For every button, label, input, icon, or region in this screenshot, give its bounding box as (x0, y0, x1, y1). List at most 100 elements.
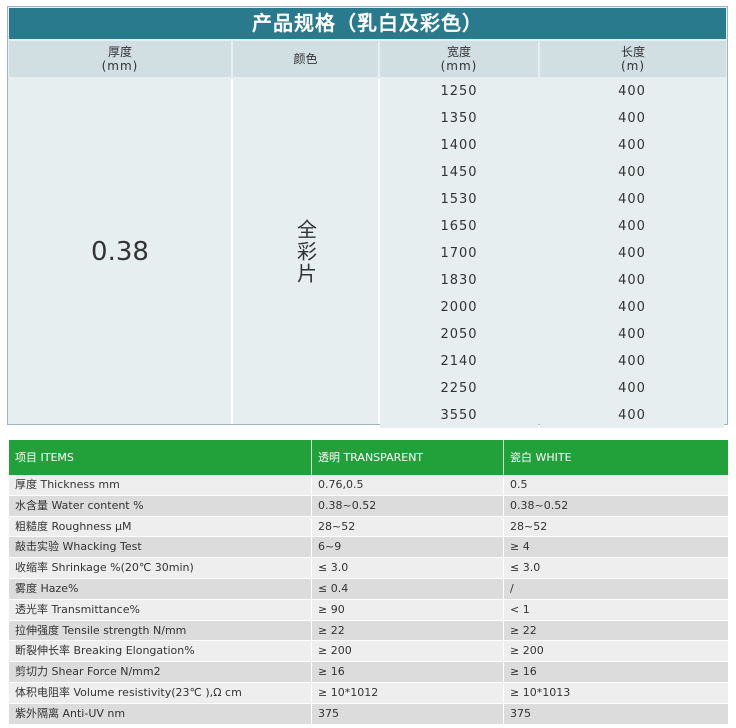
white-value-cell: 0.5 (503, 475, 728, 495)
header-thickness-label: 厚度 (107, 45, 132, 59)
width-cell: 1450 (380, 160, 538, 185)
table-row: 收缩率 Shrinkage %(20℃ 30min) ≤ 3.0 ≤ 3.0 (9, 558, 728, 579)
property-name-cell: 透光率 Transmittance% (15, 602, 140, 616)
property-name-cell: 剪切力 Shear Force N/mm2 (15, 665, 161, 679)
property-name-cell: 雾度 Haze% (15, 581, 79, 595)
width-cell: 2000 (380, 295, 538, 320)
width-cell: 2050 (380, 322, 538, 347)
table-row: 紫外隔离 Anti-UV nm 375 375 (9, 703, 728, 725)
table-row: 水含量 Water content % 0.38~0.52 0.38~0.52 (9, 495, 728, 517)
white-value-cell: 28~52 (503, 516, 728, 537)
length-cell: 400 (540, 376, 724, 401)
table-row: 体积电阻率 Volume resistivity(23℃ ),Ω cm ≥ 10*… (9, 682, 728, 704)
white-value-cell: ≤ 3.0 (503, 558, 728, 578)
property-name-cell: 敲击实验 Whacking Test (15, 540, 142, 554)
white-value-cell: ≥ 4 (503, 537, 728, 558)
length-cell: 400 (540, 268, 724, 293)
properties-table: 项目 ITEMS 透明 TRANSPARENT 瓷白 WHITE 厚度 Thic… (9, 440, 728, 725)
property-name-cell: 紫外隔离 Anti-UV nm (15, 706, 126, 720)
table-row: 1530 400 (380, 187, 726, 212)
properties-header: 项目 ITEMS 透明 TRANSPARENT 瓷白 WHITE (9, 440, 728, 475)
color-value-cell: 全彩片 (233, 79, 378, 424)
property-name-cell: 厚度 Thickness mm (15, 478, 120, 491)
table-row: 1700 400 (380, 241, 726, 266)
table-row: 1830 400 (380, 268, 726, 293)
white-value-cell: < 1 (503, 599, 728, 620)
transparent-value-cell: ≥ 200 (311, 641, 503, 662)
width-cell: 2250 (380, 376, 538, 401)
header-white: 瓷白 WHITE (503, 440, 728, 475)
transparent-value-cell: ≤ 3.0 (311, 558, 503, 578)
white-value-cell: / (503, 578, 728, 599)
spec-table: 产品规格（乳白及彩色） 厚度 (mm) 颜色 宽度 (mm) 长度 (m) 0.… (7, 6, 728, 428)
width-cell: 1250 (380, 79, 538, 104)
white-value-cell: 375 (503, 703, 728, 724)
table-row: 剪切力 Shear Force N/mm2 ≥ 16 ≥ 16 (9, 662, 728, 683)
transparent-value-cell: ≥ 90 (311, 599, 503, 620)
table-row: 敲击实验 Whacking Test 6~9 ≥ 4 (9, 537, 728, 559)
width-length-rows: 1250 400 1350 400 1400 400 1450 400 1530 400 1650 4… (380, 79, 726, 430)
properties-rows: 厚度 Thickness mm 0.76,0.5 0.5 水含量 Water cont… (9, 475, 728, 725)
header-color: 颜色 (233, 41, 378, 77)
length-cell: 400 (540, 403, 724, 428)
header-length-unit: (m) (620, 59, 646, 73)
table-row: 1350 400 (380, 106, 726, 131)
length-cell: 400 (540, 241, 724, 266)
transparent-value-cell: 0.76,0.5 (311, 475, 503, 495)
width-cell: 2140 (380, 349, 538, 374)
transparent-value-cell: ≥ 16 (311, 662, 503, 682)
length-cell: 400 (540, 214, 724, 239)
table-row: 透光率 Transmittance% ≥ 90 < 1 (9, 599, 728, 621)
table-row: 断裂伸长率 Breaking Elongation% ≥ 200 ≥ 200 (9, 641, 728, 663)
white-value-cell: 0.38~0.52 (503, 495, 728, 516)
length-cell: 400 (540, 106, 724, 131)
transparent-value-cell: ≥ 22 (311, 620, 503, 641)
header-transparent: 透明 TRANSPARENT (311, 440, 503, 475)
property-name-cell: 拉伸强度 Tensile strength N/mm (15, 623, 187, 637)
length-cell: 400 (540, 295, 724, 320)
header-length: 长度 (m) (540, 41, 726, 77)
table-row: 雾度 Haze% ≤ 0.4/ (9, 578, 728, 600)
transparent-value-cell: 375 (311, 703, 503, 724)
table-row: 2140 400 (380, 349, 726, 374)
length-cell: 400 (540, 349, 724, 374)
white-value-cell: ≥ 10*1013 (503, 682, 728, 703)
length-cell: 400 (540, 187, 724, 212)
width-cell: 1830 (380, 268, 538, 293)
property-name-cell: 断裂伸长率 Breaking Elongation% (15, 644, 195, 658)
transparent-value-cell: 0.38~0.52 (311, 495, 503, 516)
transparent-value-cell: 28~52 (311, 516, 503, 537)
white-value-cell: ≥ 22 (503, 620, 728, 641)
length-cell: 400 (540, 322, 724, 347)
thickness-value: 0.38 (9, 79, 231, 424)
table-row: 2050 400 (380, 322, 726, 347)
table-row: 1650 400 (380, 214, 726, 239)
spec-title: 产品规格（乳白及彩色） (9, 8, 726, 39)
table-row: 2250 400 (380, 376, 726, 401)
header-width-unit: (mm) (440, 59, 478, 73)
header-length-label: 长度 (620, 45, 645, 59)
length-cell: 400 (540, 160, 724, 185)
table-row: 3550 400 (380, 403, 726, 428)
header-thickness-unit: (mm) (101, 59, 139, 73)
white-value-cell: ≥ 200 (503, 641, 728, 662)
width-cell: 3550 (380, 403, 538, 428)
length-cell: 400 (540, 133, 724, 158)
transparent-value-cell: ≤ 0.4 (311, 578, 503, 599)
property-name-cell: 粗糙度 Roughness μM (15, 519, 132, 533)
header-width: 宽度 (mm) (380, 41, 538, 77)
table-row: 1250 400 (380, 79, 726, 104)
table-row: 1450 400 (380, 160, 726, 185)
width-cell: 1400 (380, 133, 538, 158)
table-row: 1400 400 (380, 133, 726, 158)
color-value: 全彩片 (293, 218, 318, 285)
table-row: 拉伸强度 Tensile strength N/mm ≥ 22 ≥ 22 (9, 620, 728, 642)
transparent-value-cell: 6~9 (311, 537, 503, 558)
transparent-value-cell: ≥ 10*1012 (311, 682, 503, 703)
width-cell: 1530 (380, 187, 538, 212)
property-name-cell: 体积电阻率 Volume resistivity(23℃ ),Ω cm (15, 685, 242, 699)
white-value-cell: ≥ 16 (503, 662, 728, 682)
table-row: 厚度 Thickness mm 0.76,0.5 0.5 (9, 475, 728, 496)
width-cell: 1350 (380, 106, 538, 131)
header-thickness: 厚度 (mm) (9, 41, 231, 77)
